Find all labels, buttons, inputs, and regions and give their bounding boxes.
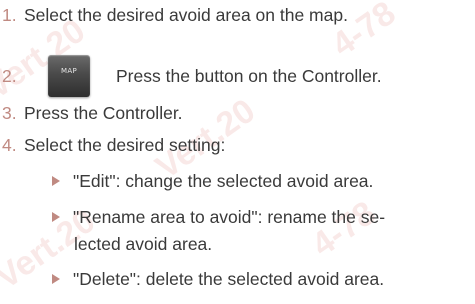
- option-delete: "Delete": delete the selected avoid area…: [52, 268, 384, 290]
- option-text: "Edit": change the selected avoid area.: [73, 171, 374, 191]
- option-edit: "Edit": change the selected avoid area.: [52, 170, 373, 192]
- step-number: 1.: [2, 5, 17, 25]
- map-button-label: MAP: [61, 67, 77, 75]
- step-2: 2.: [0, 65, 24, 87]
- step-3: 3. Press the Controller.: [0, 102, 183, 124]
- option-rename-continued: lected avoid area.: [74, 234, 213, 254]
- step-text: Press the Controller.: [24, 103, 183, 123]
- step-text: Select the desired setting:: [24, 135, 226, 155]
- step-1: 1. Select the desired avoid area on the m…: [0, 4, 348, 26]
- triangle-bullet-icon: [52, 274, 60, 285]
- option-text: "Delete": delete the selected avoid area…: [73, 269, 385, 289]
- option-text: "Rename area to avoid": rename the se-: [73, 207, 386, 227]
- triangle-bullet-icon: [52, 212, 60, 223]
- step-2-text: Press the button on the Controller.: [116, 65, 382, 87]
- step-number: 3.: [2, 103, 17, 123]
- step-4: 4. Select the desired setting:: [0, 134, 225, 156]
- triangle-bullet-icon: [52, 176, 60, 187]
- step-text: Select the desired avoid area on the map…: [24, 5, 348, 25]
- step-number: 4.: [2, 135, 17, 155]
- map-button-icon: MAP: [48, 55, 90, 97]
- watermark: 4-78: [304, 194, 383, 265]
- step-number: 2.: [2, 66, 17, 86]
- option-rename: "Rename area to avoid": rename the se-: [52, 206, 385, 228]
- step-text: Press the button on the Controller.: [116, 66, 382, 86]
